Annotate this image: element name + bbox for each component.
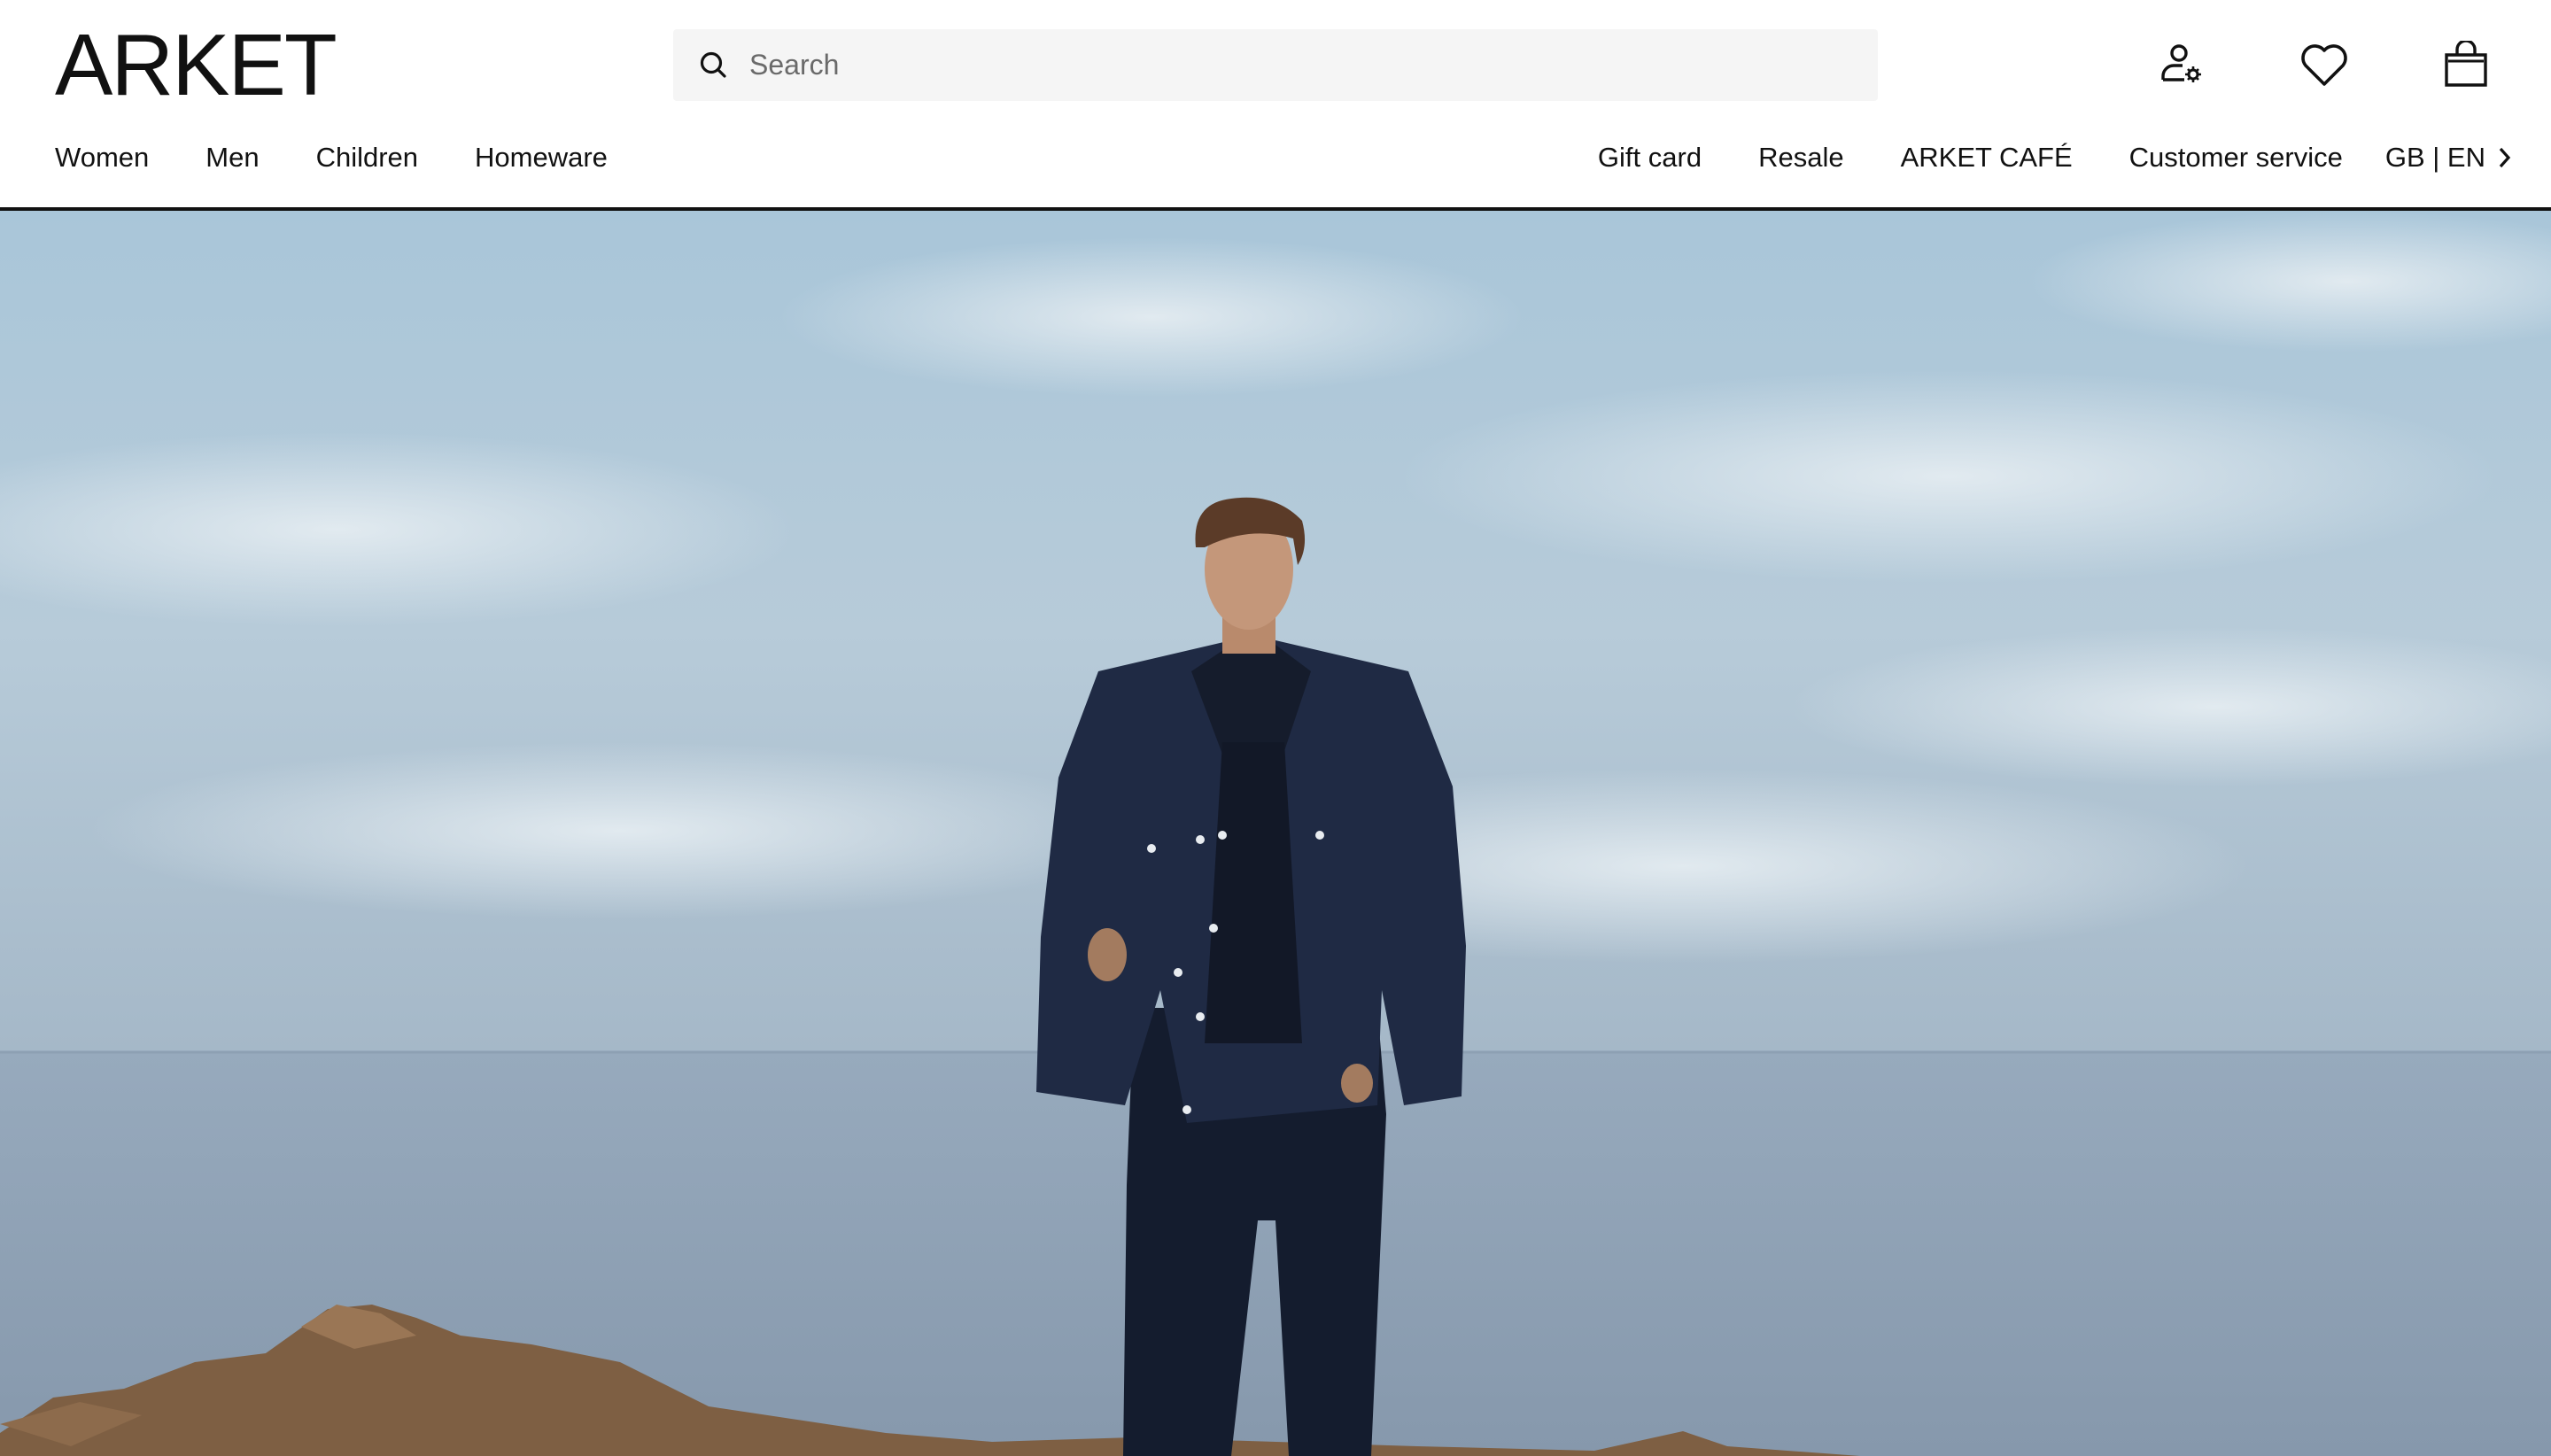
shopping-bag-icon bbox=[2445, 41, 2487, 87]
search-icon bbox=[700, 51, 726, 78]
nav-item-arket-cafe[interactable]: ARKET CAFÉ bbox=[1901, 142, 2073, 174]
nav-item-men[interactable]: Men bbox=[205, 142, 259, 174]
shopping-bag-button[interactable] bbox=[2434, 34, 2498, 97]
nav-item-customer-service[interactable]: Customer service bbox=[2129, 142, 2343, 174]
wishlist-button[interactable] bbox=[2292, 34, 2356, 97]
nav-item-homeware[interactable]: Homeware bbox=[475, 142, 608, 174]
nav-item-resale[interactable]: Resale bbox=[1758, 142, 1844, 174]
hero-banner[interactable] bbox=[0, 211, 2551, 1456]
nav-item-children[interactable]: Children bbox=[316, 142, 418, 174]
locale-label: GB | EN bbox=[2384, 142, 2485, 173]
site-header: ARKET Women Men Children Homewar bbox=[0, 0, 2551, 211]
logo[interactable]: ARKET bbox=[55, 21, 337, 108]
secondary-nav: Gift card Resale ARKET CAFÉ Customer ser… bbox=[1541, 133, 2512, 182]
hero-campaign-image bbox=[0, 211, 2551, 1456]
account-button[interactable] bbox=[2151, 34, 2214, 97]
account-icon bbox=[2161, 44, 2201, 82]
search-bar[interactable] bbox=[673, 29, 1878, 101]
chevron-right-icon bbox=[2499, 147, 2511, 168]
primary-nav: Women Men Children Homeware bbox=[55, 133, 664, 182]
heart-icon bbox=[2301, 44, 2347, 86]
search-input[interactable] bbox=[749, 29, 1848, 101]
nav-item-gift-card[interactable]: Gift card bbox=[1598, 142, 1702, 174]
nav-item-women[interactable]: Women bbox=[55, 142, 149, 174]
locale-selector[interactable]: GB | EN bbox=[2385, 142, 2512, 174]
